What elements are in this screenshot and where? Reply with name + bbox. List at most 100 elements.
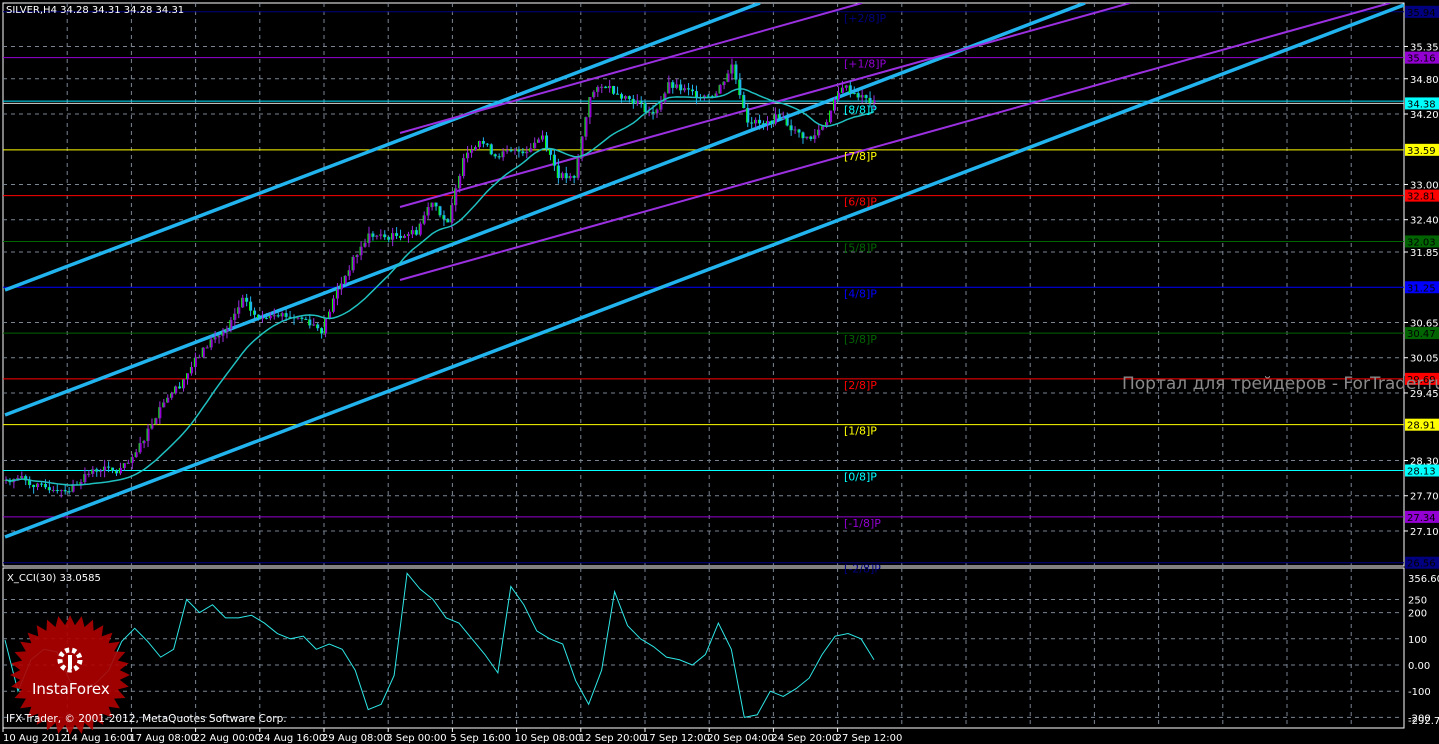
candle-edge: [477, 141, 479, 148]
candle-edge: [556, 165, 558, 179]
candle-edge: [67, 491, 69, 493]
x-tick-label: 24 Aug 16:00: [258, 733, 325, 744]
price-tag-label: 34.38: [1407, 99, 1436, 110]
candle-edge: [296, 317, 298, 319]
candle-edge: [229, 319, 231, 329]
candle-edge: [801, 132, 803, 139]
candle-edge: [40, 483, 42, 485]
candle-edge: [450, 205, 452, 223]
candle-edge: [694, 91, 696, 98]
candle-edge: [639, 100, 641, 103]
candle-edge: [209, 339, 211, 348]
candle-edge: [237, 307, 239, 314]
price-tag-label: 33.59: [1407, 146, 1436, 157]
candle-edge: [434, 202, 436, 207]
candle-edge: [426, 207, 428, 216]
candle-edge: [308, 319, 310, 326]
candle-edge: [241, 297, 243, 308]
candle-edge: [272, 315, 274, 317]
price-tag-label: 28.91: [1407, 421, 1436, 432]
candle-edge: [785, 118, 787, 126]
gear-icon-stem: [68, 655, 72, 669]
candle-edge: [146, 428, 148, 441]
cci-tick-label: 200: [1408, 609, 1427, 620]
candle-edge: [233, 313, 235, 320]
candle-edge: [371, 233, 373, 237]
candle-edge: [481, 141, 483, 144]
candle-edge: [777, 114, 779, 119]
candle-edge: [182, 379, 184, 389]
cci-tick-label: 356.606: [1408, 574, 1439, 585]
candle-edge: [580, 136, 582, 159]
murrey-level-label: [+2/8]P: [844, 12, 887, 25]
candle-edge: [643, 102, 645, 113]
candle-edge: [789, 125, 791, 131]
murrey-level-label: [6/8]P: [844, 196, 877, 209]
candle-edge: [63, 490, 65, 492]
candle-edge: [185, 373, 187, 380]
candle-edge: [158, 407, 160, 419]
candle-edge: [623, 96, 625, 99]
candle-edge: [150, 424, 152, 429]
candle-edge: [635, 100, 637, 104]
x-tick-label: 22 Aug 00:00: [194, 733, 261, 744]
candle-edge: [20, 476, 22, 478]
candle-edge: [312, 324, 314, 326]
x-tick-label: 24 Sep 20:00: [771, 733, 838, 744]
candle-edge: [541, 135, 543, 140]
murrey-level-label: [-2/8]P: [844, 563, 881, 576]
candle-edge: [347, 270, 349, 276]
candle-edge: [178, 386, 180, 389]
candle-edge: [651, 111, 653, 114]
candle-edge: [485, 143, 487, 145]
candle-edge: [683, 88, 685, 91]
candle-edge: [734, 64, 736, 80]
x-tick-label: 17 Sep 12:00: [643, 733, 710, 744]
candle-edge: [691, 89, 693, 92]
candle-edge: [300, 317, 302, 319]
candle-edge: [608, 85, 610, 89]
candle-edge: [154, 418, 156, 425]
candle-edge: [217, 335, 219, 338]
candle-edge: [588, 97, 590, 118]
candle-edge: [560, 173, 562, 179]
candle-edge: [114, 470, 116, 474]
price-tag-label: 26.56: [1407, 559, 1436, 570]
x-tick-label: 10 Sep 08:00: [515, 733, 582, 744]
candle-edge: [268, 315, 270, 319]
candle-edge: [529, 148, 531, 152]
candle-edge: [600, 86, 602, 88]
candle-edge: [584, 117, 586, 137]
candle-edge: [166, 397, 168, 403]
candle-edge: [517, 149, 519, 152]
candle-edge: [537, 139, 539, 143]
murrey-level-label: [5/8]P: [844, 241, 877, 254]
candle-edge: [406, 234, 408, 236]
candle-edge: [726, 73, 728, 82]
candle-edge: [107, 466, 109, 468]
candle-edge: [280, 313, 282, 317]
price-tag-label: 35.16: [1407, 54, 1436, 65]
candle-edge: [521, 151, 523, 154]
candle-edge: [331, 298, 333, 312]
candle-edge: [631, 98, 633, 104]
candle-edge: [418, 223, 420, 235]
candle-edge: [458, 175, 460, 189]
candle-edge: [245, 297, 247, 302]
candle-edge: [793, 129, 795, 131]
candle-edge: [320, 328, 322, 334]
candle-edge: [817, 129, 819, 136]
candle-edge: [253, 310, 255, 315]
candle-edge: [671, 82, 673, 88]
cci-title: X_CCI(30) 33.0585: [7, 573, 101, 584]
price-chart[interactable]: 10 Aug 201214 Aug 16:0017 Aug 08:0022 Au…: [0, 0, 1439, 744]
cci-tick-label: -292.723: [1408, 716, 1439, 727]
x-tick-label: 14 Aug 16:00: [65, 733, 132, 744]
candle-edge: [568, 176, 570, 179]
candle-edge: [754, 119, 756, 124]
candle-edge: [497, 156, 499, 158]
candle-edge: [221, 331, 223, 336]
candle-edge: [32, 484, 34, 488]
x-tick-label: 12 Sep 20:00: [579, 733, 646, 744]
candle-edge: [462, 158, 464, 176]
